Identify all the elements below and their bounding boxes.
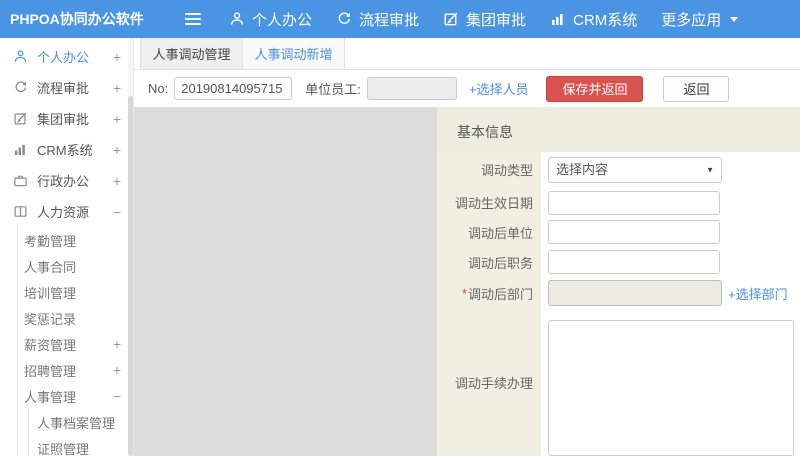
nav-item-label: 个人办公 <box>252 9 312 30</box>
nav-group-approval[interactable]: 集团审批 <box>443 9 526 30</box>
nav-item-label: CRM系统 <box>573 9 637 30</box>
nav-process-approval[interactable]: 流程审批 <box>336 9 419 30</box>
sidebar-item-personal-office[interactable]: 个人办公 + <box>0 41 133 72</box>
collapse-icon[interactable]: − <box>113 388 121 404</box>
bar-chart-icon <box>550 11 566 27</box>
tab-personnel-transfer-mgmt[interactable]: 人事调动管理 <box>140 38 243 69</box>
field-label: 调动后职务 <box>437 247 541 277</box>
expand-icon[interactable]: + <box>113 173 121 189</box>
form-row-transfer-type: 调动类型 选择内容 ▼ <box>437 152 800 188</box>
nav-crm-system[interactable]: CRM系统 <box>550 9 637 30</box>
sidebar-scrollbar-thumb[interactable] <box>128 96 133 456</box>
expand-icon[interactable]: + <box>113 142 121 158</box>
process-icon <box>336 11 352 27</box>
field-label: *调动后部门 <box>437 277 541 309</box>
back-button[interactable]: 返回 <box>663 76 729 102</box>
nav-item-label: 流程审批 <box>359 9 419 30</box>
section-title: 基本信息 <box>437 107 800 152</box>
user-icon <box>229 11 245 27</box>
sidebar-item-group-approval[interactable]: 集团审批 + <box>0 103 133 134</box>
book-icon <box>13 204 28 219</box>
process-icon <box>13 80 28 95</box>
no-label: No: <box>148 81 168 96</box>
tab-strip: 人事调动管理 人事调动新增 <box>134 38 800 70</box>
expand-icon[interactable]: + <box>113 336 121 352</box>
expand-icon[interactable]: + <box>113 49 121 65</box>
new-position-input[interactable] <box>548 250 720 274</box>
user-icon <box>13 49 28 64</box>
form-row-transfer-procedure: 调动手续办理 <box>437 309 800 456</box>
tab-personnel-transfer-new[interactable]: 人事调动新增 <box>243 38 345 69</box>
edit-icon <box>13 111 28 126</box>
field-label: 调动手续办理 <box>437 309 541 456</box>
top-header: PHPOA协同办公软件 个人办公 流程审批 集团审批 CRM系统 更多应用 <box>0 0 800 38</box>
employee-input[interactable] <box>367 77 457 100</box>
field-label: 调动生效日期 <box>437 188 541 217</box>
briefcase-icon <box>13 173 28 188</box>
top-nav: 个人办公 流程审批 集团审批 CRM系统 更多应用 <box>229 9 738 30</box>
nav-item-label: 更多应用 <box>661 9 721 30</box>
form-row-new-unit: 调动后单位 <box>437 217 800 247</box>
field-label: 调动类型 <box>437 152 541 188</box>
required-asterisk: * <box>462 286 467 301</box>
hamburger-menu-icon[interactable] <box>185 13 201 25</box>
sidebar: 个人办公 + 流程审批 + 集团审批 + CRM系统 + 行政办公 + <box>0 38 134 456</box>
sidebar-item-attendance-mgmt[interactable]: 考勤管理 <box>18 227 133 253</box>
form-row-effective-date: 调动生效日期 <box>437 188 800 217</box>
sidebar-item-process-approval[interactable]: 流程审批 + <box>0 72 133 103</box>
content-area: 基本信息 调动类型 选择内容 ▼ 调动生效日期 <box>134 107 800 456</box>
select-department-link[interactable]: +选择部门 <box>728 284 788 303</box>
nav-more-apps[interactable]: 更多应用 <box>661 9 738 30</box>
sidebar-item-human-resources[interactable]: 人力资源 − <box>0 196 133 227</box>
field-label: 调动后单位 <box>437 217 541 247</box>
edit-icon <box>443 11 459 27</box>
new-department-input <box>548 280 722 306</box>
main-area: 人事调动管理 人事调动新增 No: 单位员工: +选择人员 保存并返回 返回 基… <box>134 38 800 456</box>
form-row-new-position: 调动后职务 <box>437 247 800 277</box>
no-input[interactable] <box>174 77 292 100</box>
save-and-return-button[interactable]: 保存并返回 <box>546 76 643 102</box>
sidebar-item-personnel-archive-mgmt[interactable]: 人事档案管理 <box>29 409 133 435</box>
form-toolbar: No: 单位员工: +选择人员 保存并返回 返回 <box>134 70 800 108</box>
hr-submenu: 考勤管理 人事合同 培训管理 奖惩记录 薪资管理 + 招聘管理 + <box>17 227 133 456</box>
expand-icon[interactable]: + <box>113 80 121 96</box>
nav-item-label: 集团审批 <box>466 9 526 30</box>
effective-date-input[interactable] <box>548 191 720 215</box>
select-person-link[interactable]: +选择人员 <box>469 79 529 98</box>
caret-down-icon <box>730 17 738 26</box>
collapse-icon[interactable]: − <box>113 204 121 220</box>
expand-icon[interactable]: + <box>113 362 121 378</box>
form-panel: 基本信息 调动类型 选择内容 ▼ 调动生效日期 <box>437 107 800 456</box>
sidebar-item-admin-office[interactable]: 行政办公 + <box>0 165 133 196</box>
new-unit-input[interactable] <box>548 220 720 244</box>
sidebar-item-certificate-mgmt[interactable]: 证照管理 <box>29 435 133 456</box>
bar-chart-icon <box>13 142 28 157</box>
employee-label: 单位员工: <box>305 79 361 98</box>
transfer-type-select[interactable]: 选择内容 <box>548 157 722 183</box>
sidebar-item-hr-contract[interactable]: 人事合同 <box>18 253 133 279</box>
sidebar-item-reward-punishment[interactable]: 奖惩记录 <box>18 305 133 331</box>
sidebar-item-recruit-mgmt[interactable]: 招聘管理 + <box>18 357 133 383</box>
sidebar-item-training-mgmt[interactable]: 培训管理 <box>18 279 133 305</box>
sidebar-item-crm-system[interactable]: CRM系统 + <box>0 134 133 165</box>
expand-icon[interactable]: + <box>113 111 121 127</box>
sidebar-item-salary-mgmt[interactable]: 薪资管理 + <box>18 331 133 357</box>
nav-personal-office[interactable]: 个人办公 <box>229 9 312 30</box>
app-logo: PHPOA协同办公软件 <box>0 9 133 29</box>
app-window: PHPOA协同办公软件 个人办公 流程审批 集团审批 CRM系统 更多应用 <box>0 0 800 456</box>
form-row-new-department: *调动后部门 +选择部门 <box>437 277 800 309</box>
transfer-procedure-textarea[interactable] <box>548 320 794 456</box>
sidebar-item-personnel-mgmt[interactable]: 人事管理 − <box>18 383 133 409</box>
personnel-submenu: 人事档案管理 证照管理 <box>28 409 133 456</box>
